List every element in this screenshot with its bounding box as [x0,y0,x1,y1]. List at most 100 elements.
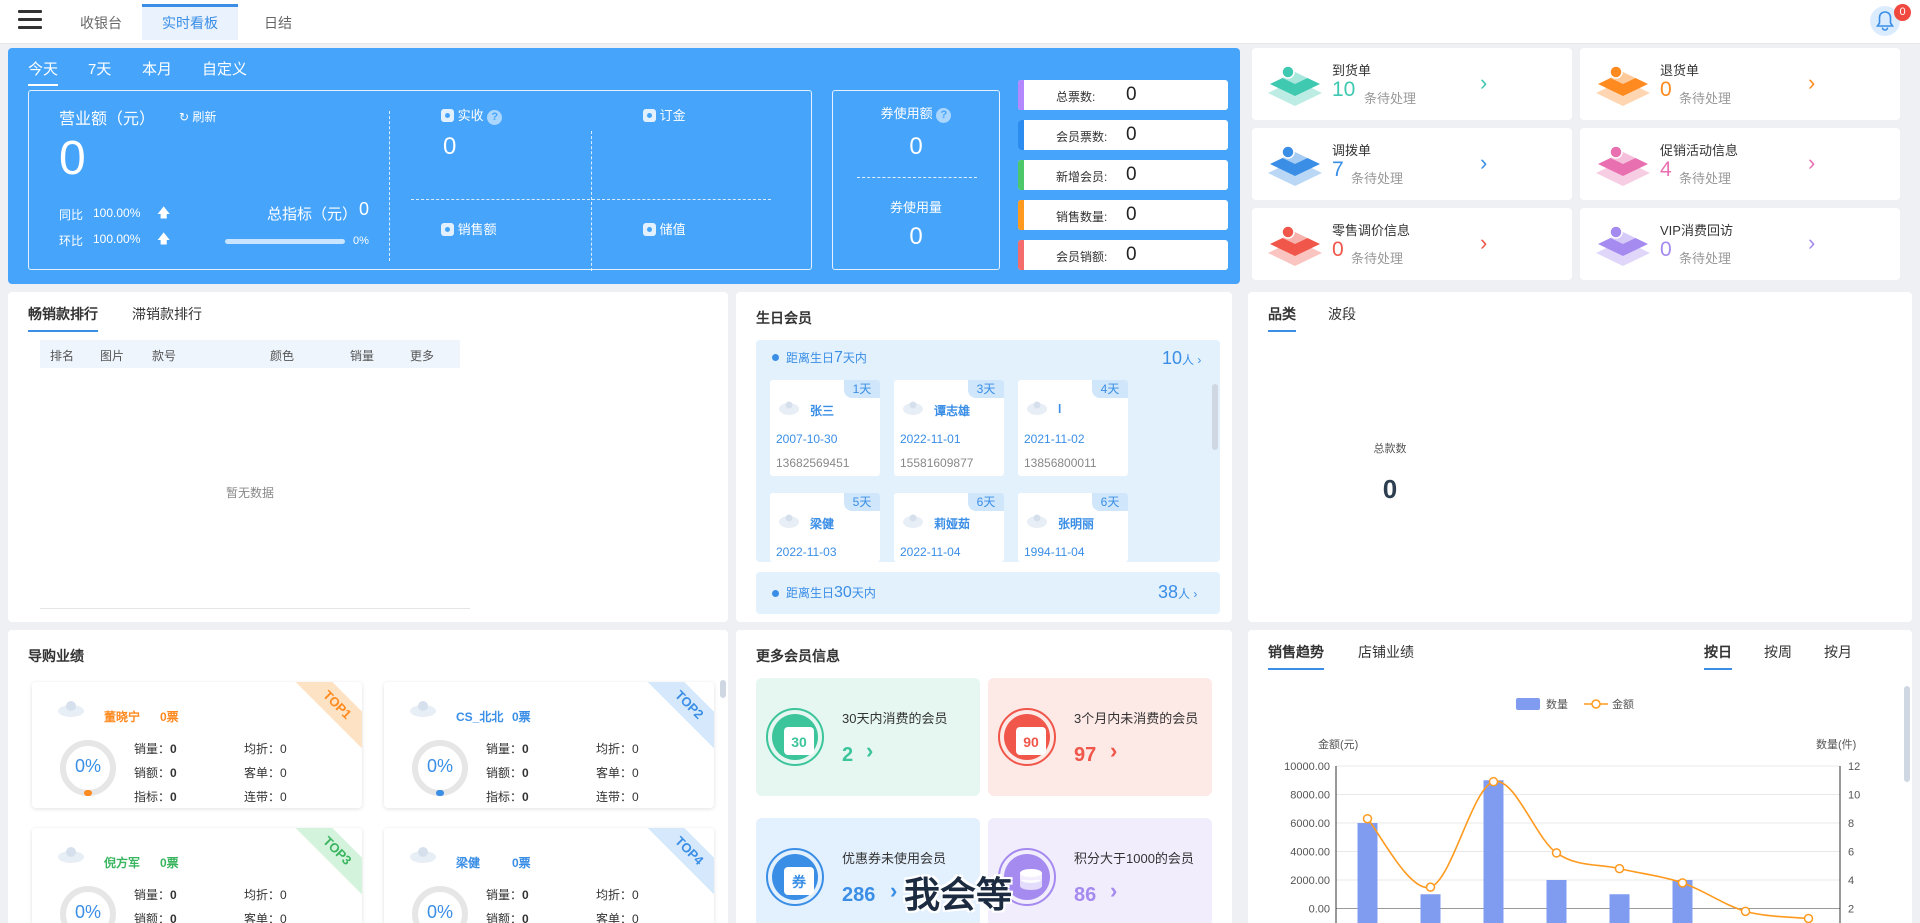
birthday-member-card[interactable]: 1天 张三 2007-10-30 13682569451 [770,380,880,476]
member-name: 梁健 [810,517,835,531]
todo-card-price-adjust-info[interactable]: 零售调价信息 0 条待处理 › [1252,208,1572,280]
member-card-consumed-30days[interactable]: 30 30天内消费的会员 2 › [756,678,980,796]
top-bar: 收银台 实时看板 日结 0 [0,0,1920,44]
member-birthday: 2007-10-30 [776,432,838,446]
avatar-icon [903,514,923,528]
stat-label: 会员销额: [1056,250,1108,264]
tab-best-sellers[interactable]: 畅销款排行 [28,304,98,332]
chart-bar [1357,823,1378,923]
member-card-points-over-1000[interactable]: 积分大于1000的会员 86 › [988,818,1212,923]
member-card-inactive-3months[interactable]: 90 3个月内未消费的会员 97 › [988,678,1212,796]
tab-wave[interactable]: 波段 [1328,304,1356,330]
member-birthday: 2022-11-01 [900,432,961,446]
qty-label: 销量： [134,742,171,756]
tab-realtime-board[interactable]: 实时看板 [142,4,238,40]
birthday-member-card[interactable]: 5天 梁健 2022-11-03 [770,493,880,562]
chart-line-point [1362,813,1373,824]
stat-value: 0 [1126,204,1137,225]
guide-card[interactable]: 倪方军 0票 TOP3 0% 销量：0 销额：0 指标：0 均折：0 客单：0 … [32,828,362,923]
todo-card-transfer-order[interactable]: 调拨单 7 条待处理 › [1252,128,1572,200]
todo-card-promotion-info[interactable]: 促销活动信息 4 条待处理 › [1580,128,1900,200]
scrollbar[interactable] [1212,384,1218,450]
tab-daily-close[interactable]: 日结 [250,4,306,40]
member-card-title: 3个月内未消费的会员 [1074,711,1199,726]
discount-label: 均折： [244,742,281,756]
birthday-member-card[interactable]: 6天 莉娅茹 2022-11-04 [894,493,1004,562]
period-tab-month[interactable]: 本月 [142,58,172,84]
tab-cashier[interactable]: 收银台 [72,4,130,40]
days-badge: 6天 [968,493,1004,511]
chart-line-point [1677,878,1688,888]
todo-pending-label: 条待处理 [1364,91,1417,106]
revenue-box: 营业额（元） ↻ 刷新 0 同比 100.00% 🡅 环比 100.00% 🡅 … [28,90,812,271]
y2-axis-title: 数量(件) [1816,738,1856,751]
member-birthday: 2022-11-04 [900,545,961,559]
help-icon[interactable]: ? [487,110,503,125]
chart-line-point [1488,776,1499,787]
progress-ring-marker [84,790,92,796]
guide-card[interactable]: 梁健 0票 TOP4 0% 销量：0 销额：0 指标：0 均折：0 客单：0 连… [384,828,714,923]
target-value: 0 [359,199,370,219]
birthday-member-card[interactable]: 6天 张明丽 1994-11-04 [1018,493,1128,562]
tab-category[interactable]: 品类 [1268,304,1296,332]
refresh-button[interactable]: ↻ 刷新 [179,108,216,125]
menu-icon[interactable] [18,10,42,30]
days-badge: 1天 [844,380,880,398]
birthday-7days-count[interactable]: 10人 › [1162,348,1201,369]
y-tick-label: 10000.00 [1284,761,1330,773]
metric-sales-label: 销售额 [457,222,497,237]
unit-price-label: 客单： [596,766,633,780]
guide-card[interactable]: 董晓宁 0票 TOP1 0% 销量：0 销额：0 指标：0 均折：0 客单：0 … [32,682,362,808]
empty-text: 暂无数据 [225,486,274,500]
tab-slow-sellers[interactable]: 滞销款排行 [132,304,202,330]
chevron-right-icon: › [890,878,898,903]
todo-pending-label: 条待处理 [1679,91,1732,106]
stat-new-members: 新增会员: 0 [1018,160,1228,190]
tab-store-performance[interactable]: 店铺业绩 [1358,642,1414,668]
tab-sales-trend[interactable]: 销售趋势 [1268,642,1324,670]
legend-line-marker [1591,699,1601,709]
todo-card-vip-follow-up[interactable]: VIP消费回访 0 条待处理 › [1580,208,1900,280]
birthday-30days-group[interactable]: 距离生日30天内 38人 › [756,572,1220,614]
unit-price-label: 客单： [596,912,633,923]
amount-value: 0 [170,912,177,923]
guide-tickets: 0票 [160,856,179,870]
birthday-7days-label: 距离生日7天内 [786,349,867,366]
unit-price-value: 0 [632,912,639,923]
unit-price-value: 0 [632,766,639,780]
tab-by-day[interactable]: 按日 [1704,642,1732,670]
chevron-right-icon: › [1480,70,1488,95]
member-phone: 15581609877 [900,456,974,470]
guide-tickets: 0票 [160,710,179,724]
birthday-member-card[interactable]: 3天 谭志雄 2022-11-01 15581609877 [894,380,1004,476]
amount-value: 0 [522,912,529,923]
tab-by-month[interactable]: 按月 [1824,642,1852,668]
member-phone: 13856800011 [1024,456,1097,470]
member-card-title: 优惠券未使用会员 [842,851,947,866]
stat-label: 会员票数: [1056,130,1108,144]
period-tab-7days[interactable]: 7天 [88,58,111,84]
birthday-member-card[interactable]: 4天 l 2021-11-02 13856800011 [1018,380,1128,476]
guide-card[interactable]: CS_北北 0票 TOP2 0% 销量：0 销额：0 指标：0 均折：0 客单：… [384,682,714,808]
ranking-panel: 畅销款排行 滞销款排行 排名 图片 款号 颜色 销量 更多 暂无数据 [8,292,728,622]
period-tab-custom[interactable]: 自定义 [202,58,247,84]
qty-value: 0 [522,888,529,902]
birthday-title: 生日会员 [756,310,812,326]
guide-progress-pct: 0% [74,756,101,776]
metric-stored-label: 储值 [659,222,686,237]
chart-line-point [1425,882,1436,892]
todo-card-arrival-order[interactable]: 到货单 10 条待处理 › [1252,48,1572,120]
coupon-box: 券使用额 ? 0 券使用量 0 [832,90,1000,270]
discount-value: 0 [632,888,639,902]
todo-card-return-order[interactable]: 退货单 0 条待处理 › [1580,48,1900,120]
tab-by-week[interactable]: 按周 [1764,642,1792,668]
help-icon[interactable]: ? [936,108,952,123]
period-tab-today[interactable]: 今天 [28,58,59,86]
scrollbar[interactable] [720,680,726,698]
member-card-title: 30天内消费的会员 [842,711,948,726]
guide-tickets: 0票 [512,856,531,870]
guide-name: 董晓宁 [104,710,141,724]
chevron-right-icon: › [1808,150,1816,175]
todo-count: 0 [1660,238,1672,261]
y-tick-label: 4000.00 [1290,847,1330,859]
